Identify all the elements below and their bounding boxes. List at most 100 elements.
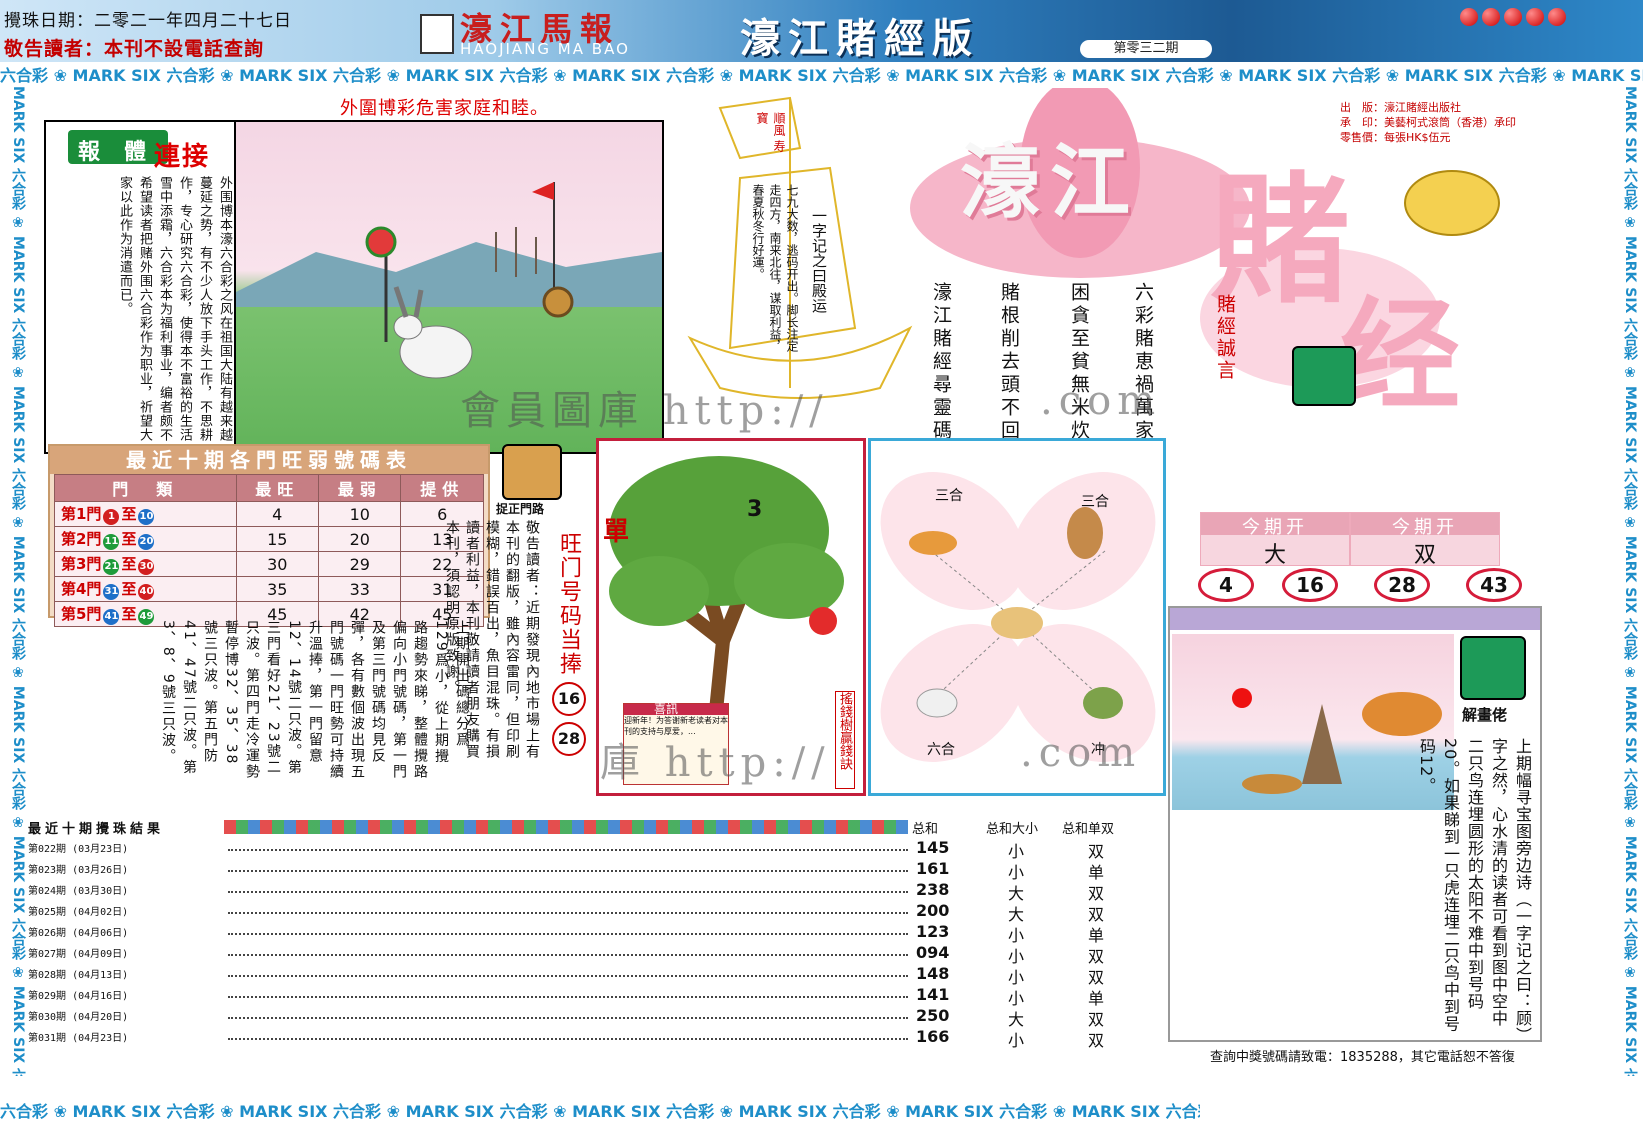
issue-number: 第零三二期 (1080, 40, 1212, 58)
door-name: 第2門 (61, 530, 102, 548)
kai-oe: 今期开 双 (1350, 512, 1500, 568)
result-oe: 单 (1088, 863, 1105, 882)
result-row: 第025期 (04月02日) (28, 903, 908, 923)
publisher-line2: 承 印：美藝柯式滾筒（香港）承印 (1340, 116, 1516, 129)
range-start-ball: 21 (103, 559, 120, 575)
kai-size: 今期开 大 (1200, 512, 1350, 568)
result-row: 第027期 (04月09日) (28, 945, 908, 965)
tree-label-left: 單 (603, 517, 630, 547)
kai-number: 16 (1282, 568, 1338, 602)
result-size: 小 (1008, 842, 1025, 861)
range-start-ball: 1 (103, 509, 120, 525)
balls-icon (1460, 8, 1630, 48)
cold-value: 20 (317, 526, 402, 552)
result-sum: 141 (916, 985, 950, 1004)
result-size: 小 (1008, 989, 1025, 1008)
explainer-panel: 解畫佬 上期幅寻宝图旁边诗（一字记之曰：顾）字之然，心水清的读者可看到图中空中二… (1168, 606, 1542, 1042)
result-oe: 双 (1088, 884, 1105, 903)
title-motto: 賭經誠言 (1214, 294, 1236, 382)
result-dots (228, 1017, 908, 1019)
badge: 報 體 (68, 130, 168, 165)
notice-text: 敬告讀者：近期發現內地市場上有本刊的翻版，雖內容雷同，但印刷模糊，錯誤百出，魚目… (444, 520, 540, 760)
header-notice: 敬告讀者：本刊不設電話查詢 (4, 38, 265, 60)
table-title: 最近十期各門旺弱號碼表 (50, 446, 488, 474)
result-oe: 双 (1088, 1010, 1105, 1029)
warning-text: 外圍博彩危害家庭和睦。 (340, 98, 549, 119)
door-label: 第1門 1 至 10 (54, 501, 237, 527)
panel-label: 解畫佬 (1462, 706, 1508, 724)
col-oe-header: 总和单双 (1062, 822, 1115, 837)
range-end-ball: 40 (138, 584, 155, 600)
title-haojiang: 濠江 (960, 135, 1140, 229)
range-end-ball: 20 (138, 534, 155, 550)
watermark: 庫 http:// (600, 740, 831, 786)
hot-cold-table: 最近十期各門旺弱號碼表 門 類 最旺 最弱 提供 第1門 1 至 10 4 10 6 第2門 1… (48, 444, 490, 627)
sail-flag: 順風 寿寶 (755, 112, 786, 152)
result-period: 第030期 (04月20日) (28, 1012, 129, 1023)
wangmen-block: 旺门号码当捧 16 28 (552, 532, 586, 756)
connect-text: 外围博本濠六合彩之风在祖国大陆有越来越蔓延之势，有不少人放下手头工作，不思耕作，… (117, 176, 232, 442)
marksix-strip-left: MARK SIX 六合彩 ❀ MARK SIX 六合彩 ❀ MARK SIX 六… (10, 86, 26, 1076)
badge-char-2: 體 (124, 140, 147, 165)
result-size: 大 (1008, 1010, 1025, 1029)
result-sum: 148 (916, 964, 950, 983)
connect-title: 連接 (154, 142, 211, 172)
kai-oe-value: 双 (1413, 543, 1436, 568)
footer-text: 查詢中獎號碼請致電：1835288，其它電話恕不答復 (1210, 1050, 1515, 1065)
result-period: 第029期 (04月16日) (28, 991, 129, 1002)
watermark: 會員圖庫 http:// (460, 388, 829, 434)
kai-number: 28 (1374, 568, 1430, 602)
cold-value: 33 (317, 576, 402, 602)
result-dots (228, 1038, 908, 1040)
result-row: 第026期 (04月06日) (28, 924, 908, 944)
door-icon-label: 捉正門路 (496, 502, 545, 516)
result-oe: 双 (1088, 968, 1105, 987)
result-oe: 单 (1088, 926, 1105, 945)
hot-value: 15 (235, 526, 320, 552)
sail-right-text: 一字记之曰殿运 (810, 208, 828, 313)
result-period: 第024期 (03月30日) (28, 886, 129, 897)
publisher-line3: 零售價：每張HK$伍元 (1340, 131, 1451, 144)
range-end-ball: 10 (138, 509, 155, 525)
kai-number: 43 (1466, 568, 1522, 602)
kai-size-head: 今期开 (1201, 513, 1349, 538)
result-size: 小 (1008, 1031, 1025, 1050)
result-size: 小 (1008, 968, 1025, 987)
door-icon-block: 捉正門路 (496, 444, 562, 516)
sailboat-svg (687, 96, 913, 399)
result-sum: 161 (916, 859, 950, 878)
result-dots (228, 975, 908, 977)
table-header: 最弱 (317, 474, 402, 502)
result-period: 第023期 (03月26日) (28, 865, 129, 876)
marksix-strip-right: MARK SIX 六合彩 ❀ MARK SIX 六合彩 ❀ MARK SIX 六… (1622, 86, 1638, 1076)
result-oe: 单 (1088, 989, 1105, 1008)
watermark: .com (1020, 730, 1142, 776)
result-sum: 094 (916, 943, 950, 962)
book-icon (420, 14, 454, 54)
result-period: 第028期 (04月13日) (28, 970, 129, 981)
result-row: 第024期 (03月30日) (28, 882, 908, 902)
header-banner: 攪珠日期：二零二一年四月二十七日 敬告讀者：本刊不設電話查詢 濠江馬報 HAOJ… (0, 0, 1643, 62)
zodiac-label-tl: 三合 (935, 488, 963, 504)
result-period: 第027期 (04月09日) (28, 949, 129, 960)
result-row: 第022期 (03月23日) (28, 840, 908, 860)
result-period: 第025期 (04月02日) (28, 907, 129, 918)
draw-date: 攪珠日期：二零二一年四月二十七日 (4, 11, 292, 31)
result-dots (228, 849, 908, 851)
table-grid: 門 類 最旺 最弱 提供 第1門 1 至 10 4 10 6 第2門 11 至 20 15 20 13 第3… (54, 474, 484, 627)
result-sum: 166 (916, 1027, 950, 1046)
panel-bar (1170, 608, 1540, 630)
tree-side-label: 搖錢樹贏錢訣 (835, 691, 855, 789)
result-dots (228, 954, 908, 956)
result-sum: 200 (916, 901, 950, 920)
sailboat-panel: 順風 寿寶 七九大数，逃码开出。脚长注定走四方，南来北往，谋取利益，春夏秋冬行好… (680, 88, 920, 418)
range-start-ball: 11 (103, 534, 120, 550)
marksix-strip-top: 六合彩 ❀ MARK SIX 六合彩 ❀ MARK SIX 六合彩 ❀ MARK… (0, 66, 1643, 85)
zodiac-label-tr: 三合 (1081, 494, 1109, 510)
poem-line-3: 賭根削去頭不回 (998, 282, 1020, 443)
result-sum: 145 (916, 838, 950, 857)
this-issue-box: 今期开 大 今期开 双 (1200, 512, 1500, 568)
tree-card-title: 喜訊 (624, 703, 728, 715)
logo: 濠江馬報 HAOJIANG MA BAO (420, 4, 710, 58)
result-sum: 238 (916, 880, 950, 899)
